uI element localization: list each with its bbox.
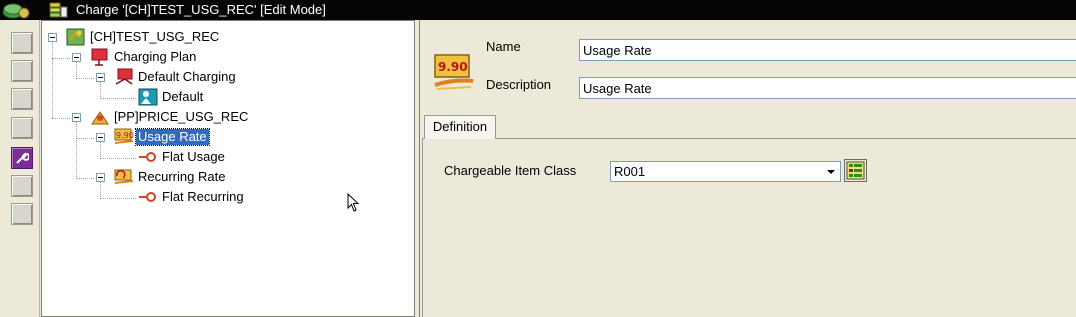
title-bar: Charge '[CH]TEST_USG_REC' [Edit Mode] (0, 0, 1076, 20)
usage-rate-icon: 9.90 (114, 128, 134, 144)
collapse-toggle[interactable] (96, 173, 105, 182)
tree-node-default[interactable]: Default (42, 87, 242, 107)
mouse-cursor-icon (347, 193, 360, 212)
charge-icon (66, 28, 85, 46)
lookup-list-icon (846, 161, 865, 180)
tool-button-2[interactable] (11, 60, 33, 82)
blank-tool-icon (15, 207, 29, 221)
collapse-toggle[interactable] (48, 33, 57, 42)
chargeable-item-class-value: R001 (614, 164, 646, 179)
blank-tool-icon (15, 36, 29, 50)
tree-node-label: Charging Plan (114, 49, 197, 64)
tree-node-flat-recurring[interactable]: Flat Recurring (42, 187, 262, 207)
lookup-button[interactable] (844, 159, 867, 182)
tree-node-label: Default Charging (138, 69, 236, 84)
collapse-toggle[interactable] (96, 133, 105, 142)
charging-icon (115, 68, 133, 85)
tree-node-label: Flat Usage (162, 149, 225, 164)
charge-window-icon (49, 2, 68, 18)
header-icon-text: 9.90 (438, 60, 468, 74)
tree-node-price-plan[interactable]: [PP]PRICE_USG_REC (42, 107, 262, 127)
tree-node-flat-usage[interactable]: Flat Usage (42, 147, 262, 167)
tree-node-label: [CH]TEST_USG_REC (90, 29, 220, 44)
charging-plan-icon (91, 48, 108, 66)
tree-node-charging-plan[interactable]: Charging Plan (42, 47, 242, 67)
charge-tree[interactable]: [CH]TEST_USG_REC Charging Plan Default C… (41, 20, 415, 317)
tool-button-4[interactable] (11, 117, 33, 139)
tool-button-wrench[interactable] (11, 147, 33, 169)
app-logo-icon[interactable] (2, 1, 32, 19)
blank-tool-icon (15, 121, 29, 135)
svg-text:9.90: 9.90 (116, 131, 134, 140)
wrench-icon (16, 152, 29, 164)
tree-node-usage-rate[interactable]: 9.90 Usage Rate (42, 127, 262, 147)
blank-tool-icon (15, 92, 29, 106)
tool-button-7[interactable] (11, 203, 33, 225)
tool-strip (0, 20, 40, 317)
name-label: Name (486, 39, 521, 54)
chargeable-item-class-label: Chargeable Item Class (444, 163, 577, 178)
tree-node-charge[interactable]: [CH]TEST_USG_REC (42, 27, 242, 47)
chargeable-item-class-select[interactable]: R001 (610, 161, 841, 182)
usage-rate-icon: 9.90 (434, 54, 474, 90)
collapse-toggle[interactable] (72, 53, 81, 62)
flat-icon (139, 152, 156, 162)
collapse-toggle[interactable] (72, 113, 81, 122)
recurring-rate-icon (114, 169, 134, 184)
tree-node-label: Recurring Rate (138, 169, 226, 184)
tree-node-default-charging[interactable]: Default Charging (42, 67, 262, 87)
flat-icon (139, 192, 156, 202)
tool-button-1[interactable] (11, 32, 33, 54)
description-field[interactable] (579, 77, 1076, 99)
tab-definition[interactable]: Definition (424, 115, 496, 139)
name-field[interactable] (579, 39, 1076, 61)
tree-node-label: Usage Rate (135, 128, 210, 146)
tree-node-label: [PP]PRICE_USG_REC (114, 109, 249, 124)
default-icon (138, 88, 158, 106)
tree-node-label: Flat Recurring (162, 189, 244, 204)
blank-tool-icon (15, 64, 29, 78)
chevron-down-icon[interactable] (822, 163, 839, 180)
description-label: Description (486, 77, 552, 92)
tree-node-recurring-rate[interactable]: Recurring Rate (42, 167, 262, 187)
price-plan-icon (91, 111, 109, 125)
tree-node-label: Default (162, 89, 204, 104)
blank-tool-icon (15, 179, 29, 193)
window-title: Charge '[CH]TEST_USG_REC' [Edit Mode] (76, 2, 326, 17)
collapse-toggle[interactable] (96, 73, 105, 82)
tool-button-6[interactable] (11, 175, 33, 197)
tool-button-3[interactable] (11, 88, 33, 110)
